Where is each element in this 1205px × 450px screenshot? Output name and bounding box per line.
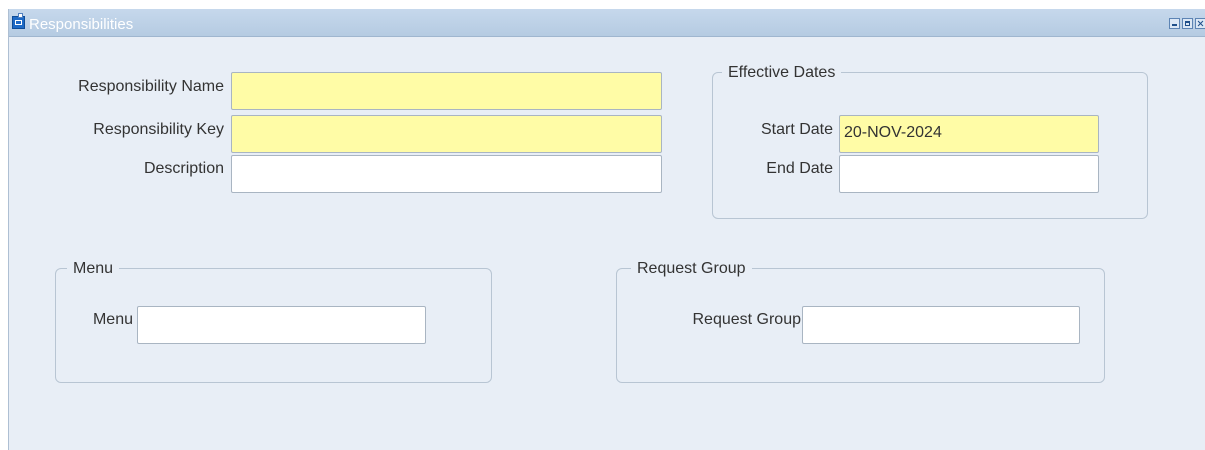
request-group-title: Request Group [631, 260, 752, 278]
form-icon [12, 13, 25, 29]
responsibility-name-label: Responsibility Name [78, 78, 224, 95]
start-date-field[interactable]: 20-NOV-2024 [839, 115, 1099, 153]
maximize-icon[interactable] [1182, 18, 1193, 29]
responsibility-name-field[interactable] [231, 72, 662, 110]
menu-label: Menu [92, 311, 133, 328]
responsibility-key-label: Responsibility Key [93, 121, 224, 138]
responsibilities-window: Responsibilities Responsibility Name Res… [8, 9, 1205, 450]
close-icon[interactable] [1195, 18, 1205, 29]
description-field[interactable] [231, 155, 662, 193]
end-date-field[interactable] [839, 155, 1099, 193]
window-title: Responsibilities [29, 16, 134, 33]
responsibility-key-field[interactable] [231, 115, 662, 153]
description-label: Description [143, 160, 224, 177]
menu-group-title: Menu [67, 260, 120, 278]
request-group-field[interactable] [802, 306, 1080, 344]
minimize-icon[interactable] [1169, 18, 1180, 29]
request-group-label: Request Group [692, 311, 801, 328]
effective-dates-title: Effective Dates [722, 64, 842, 82]
end-date-label: End Date [766, 160, 833, 177]
title-bar[interactable]: Responsibilities [9, 9, 1205, 37]
menu-field[interactable] [137, 306, 426, 344]
start-date-label: Start Date [760, 121, 833, 138]
